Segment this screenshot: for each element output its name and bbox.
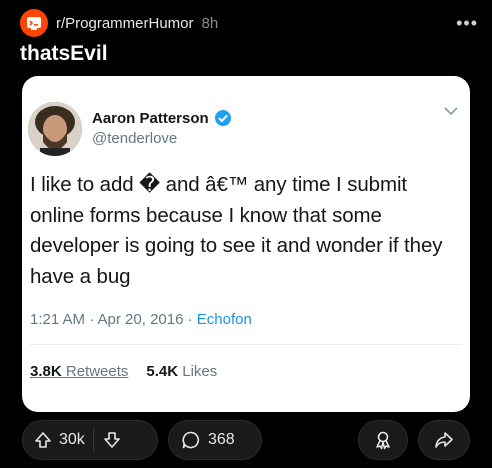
tweet-avatar (28, 102, 82, 156)
retweets-count: 3.8K (30, 363, 62, 380)
tweet-stats: 3.8K Retweets 5.4K Likes (30, 363, 217, 380)
retweets-label: Retweets (61, 363, 129, 380)
downvote-arrow-icon[interactable] (102, 430, 122, 450)
chevron-down-icon (444, 106, 458, 116)
post-actions-bar: 30k 368 (0, 420, 492, 460)
author-name-text: Aaron Patterson (92, 109, 209, 127)
upvote-arrow-icon[interactable] (33, 430, 53, 450)
subreddit-icon[interactable] (20, 9, 48, 37)
more-options-icon[interactable]: ••• (456, 14, 478, 32)
likes-count: 5.4K (146, 363, 179, 380)
retweets-stat: 3.8K Retweets (30, 363, 128, 380)
tweet-handle: @tenderlove (92, 130, 178, 147)
comments-button[interactable]: 368 (168, 420, 262, 460)
tweet-divider (30, 344, 462, 345)
post-image[interactable]: Aaron Patterson @tenderlove I like to ad… (22, 76, 470, 412)
likes-stat: 5.4K Likes (146, 363, 217, 380)
upvote-count: 30k (59, 431, 85, 448)
share-button[interactable] (418, 420, 470, 460)
likes-label: Likes (178, 363, 218, 380)
comment-bubble-icon (181, 430, 201, 450)
award-icon (373, 430, 393, 450)
share-icon (434, 430, 454, 450)
vote-control: 30k (22, 420, 158, 460)
post-title[interactable]: thatsEvil (20, 42, 108, 66)
subreddit-name[interactable]: r/ProgrammerHumor (56, 15, 194, 32)
comment-count: 368 (208, 431, 235, 448)
post-age: 8h (201, 14, 219, 32)
tweet-meta: 1:21 AM · Apr 20, 2016 · Echofon (30, 311, 252, 328)
post-header: r/ProgrammerHumor 8h ••• (20, 6, 478, 40)
vote-separator (92, 429, 94, 451)
tweet-source: Echofon (196, 311, 252, 328)
tweet-text: I like to add � and â€™ any time I submi… (30, 173, 443, 288)
tweet-timestamp: 1:21 AM · Apr 20, 2016 · (30, 311, 197, 328)
tweet-author-name: Aaron Patterson (92, 109, 232, 127)
verified-badge-icon (214, 109, 232, 127)
award-button[interactable] (358, 420, 408, 460)
